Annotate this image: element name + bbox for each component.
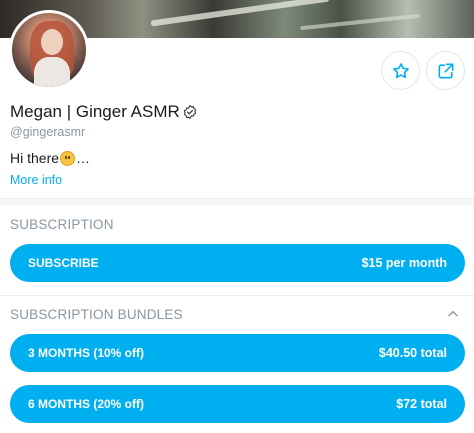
bio-text: Hi there: [10, 150, 60, 166]
bundle-price: $40.50 total: [378, 346, 447, 360]
subscribe-button[interactable]: SUBSCRIBE $15 per month: [10, 244, 465, 282]
cover-image-detail: [300, 13, 420, 31]
avatar[interactable]: [9, 10, 89, 90]
share-icon: [438, 63, 453, 78]
subscription-section-title: SUBSCRIPTION: [10, 217, 114, 232]
bundle-button-3-months[interactable]: 3 MONTHS (10% off) $40.50 total: [10, 334, 465, 372]
section-divider: [0, 295, 474, 296]
bundle-label: 3 MONTHS (10% off): [28, 346, 145, 360]
bundles-section-title: SUBSCRIPTION BUNDLES: [10, 307, 183, 322]
chevron-up-icon[interactable]: [446, 307, 460, 321]
star-icon: [392, 62, 409, 78]
cover-image-detail: [150, 0, 330, 27]
avatar-image-detail: [41, 29, 63, 55]
profile-name-row: Megan | Ginger ASMR: [10, 102, 198, 122]
add-to-favorites-button[interactable]: [381, 51, 420, 90]
more-info-link[interactable]: More info: [10, 173, 62, 187]
verified-badge-icon: [183, 104, 196, 120]
avatar-image-detail: [34, 57, 70, 87]
smiling-face-emoji: [60, 150, 76, 166]
bio-ellipsis: …: [76, 150, 91, 166]
profile-handle: @gingerasmr: [10, 125, 86, 139]
bundle-label: 6 MONTHS (20% off): [28, 397, 145, 411]
profile-bio: Hi there …: [10, 150, 90, 166]
bundle-button-6-months[interactable]: 6 MONTHS (20% off) $72 total: [10, 385, 465, 423]
profile-name: Megan | Ginger ASMR: [10, 102, 180, 121]
subscribe-button-label: SUBSCRIBE: [28, 256, 99, 270]
subscribe-button-price: $15 per month: [361, 256, 447, 270]
share-profile-button[interactable]: [426, 51, 465, 90]
section-divider: [0, 198, 474, 206]
bundle-price: $72 total: [396, 397, 447, 411]
